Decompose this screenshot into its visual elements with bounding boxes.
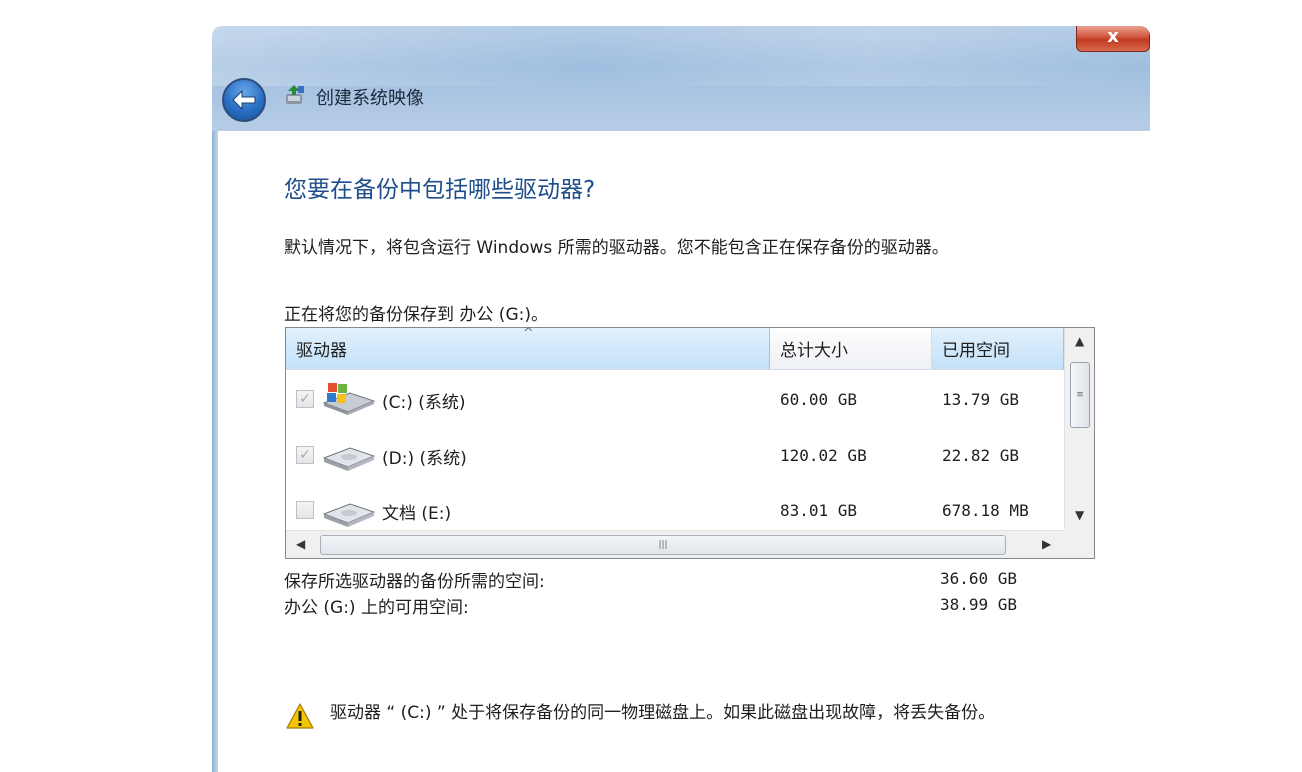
column-header-drive-label: 驱动器 xyxy=(296,341,347,361)
windows-drive-icon xyxy=(322,383,376,415)
available-space-label: 办公 (G:) 上的可用空间: xyxy=(284,598,469,618)
drive-checkbox[interactable]: ✓ xyxy=(296,446,314,464)
drive-checkbox[interactable]: ✓ xyxy=(296,390,314,408)
drive-name: (D:) (系统) xyxy=(382,449,467,469)
drive-list[interactable]: 驱动器 ^ 总计大小 已用空间 ✓ (C:) (系统) 60.00 GB 13.… xyxy=(285,326,1095,559)
sort-ascending-icon: ^ xyxy=(523,326,534,341)
hard-drive-icon xyxy=(322,503,376,527)
scrollbar-corner xyxy=(1064,530,1094,558)
drive-used-space: 22.82 GB xyxy=(942,446,1020,465)
column-header-total-size[interactable]: 总计大小 xyxy=(770,328,932,370)
close-button[interactable]: x xyxy=(1076,26,1150,52)
vertical-scrollbar[interactable]: ▲ ≡ ▼ xyxy=(1064,328,1094,531)
required-space-label: 保存所选驱动器的备份所需的空间: xyxy=(284,572,545,592)
required-space-value: 36.60 GB xyxy=(940,569,1018,588)
drive-total-size: 120.02 GB xyxy=(780,446,867,465)
horizontal-scroll-thumb[interactable]: ||| xyxy=(320,535,1006,555)
drive-row[interactable]: ✓ (C:) (系统) 60.00 GB 13.79 GB xyxy=(286,370,1064,426)
system-image-icon xyxy=(286,85,304,104)
drive-name: 文档 (E:) xyxy=(382,504,452,524)
horizontal-scrollbar[interactable]: ◀ ||| ▶ xyxy=(286,530,1064,558)
back-arrow-icon xyxy=(232,89,256,111)
drive-total-size: 83.01 GB xyxy=(780,501,858,520)
warning-message: 驱动器 “ (C:) ” 处于将保存备份的同一物理磁盘上。如果此磁盘出现故障，将… xyxy=(330,703,996,723)
column-header-used-space[interactable]: 已用空间 xyxy=(932,328,1064,370)
drive-total-size: 60.00 GB xyxy=(780,390,858,409)
drive-used-space: 678.18 MB xyxy=(942,501,1029,520)
vertical-scroll-thumb[interactable]: ≡ xyxy=(1070,362,1090,428)
drive-row[interactable]: ✓ (D:) (系统) 120.02 GB 22.82 GB xyxy=(286,426,1064,482)
page-heading: 您要在备份中包括哪些驱动器? xyxy=(284,177,596,203)
page-description: 默认情况下，将包含运行 Windows 所需的驱动器。您不能包含正在保存备份的驱… xyxy=(284,238,949,258)
drive-used-space: 13.79 GB xyxy=(942,390,1020,409)
warning-icon xyxy=(286,703,314,729)
column-header-drive[interactable]: 驱动器 ^ xyxy=(286,326,770,370)
back-button[interactable] xyxy=(222,78,266,122)
available-space-value: 38.99 GB xyxy=(940,595,1018,614)
drive-checkbox[interactable] xyxy=(296,501,314,519)
drive-row[interactable]: 文档 (E:) 83.01 GB 678.18 MB xyxy=(286,482,1064,530)
backup-destination-text: 正在将您的备份保存到 办公 (G:)。 xyxy=(284,305,548,325)
scroll-left-arrow-icon[interactable]: ◀ xyxy=(296,537,305,551)
window-title: 创建系统映像 xyxy=(316,88,424,109)
scroll-down-arrow-icon[interactable]: ▼ xyxy=(1075,508,1084,522)
scroll-right-arrow-icon[interactable]: ▶ xyxy=(1042,537,1051,551)
hard-drive-icon xyxy=(322,447,376,471)
scroll-up-arrow-icon[interactable]: ▲ xyxy=(1075,334,1084,348)
drive-name: (C:) (系统) xyxy=(382,393,466,413)
